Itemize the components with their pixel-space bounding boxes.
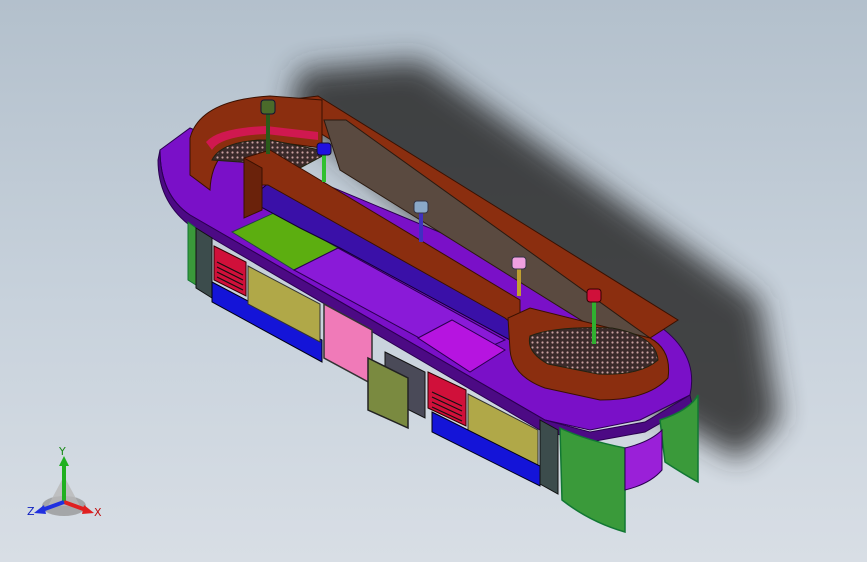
left-side-panel-green bbox=[187, 221, 197, 286]
triad-x-arrow bbox=[82, 505, 94, 514]
triad-y-label: Y bbox=[58, 446, 66, 458]
triad-z-arrow bbox=[34, 505, 46, 514]
triad-x-label: X bbox=[94, 506, 102, 519]
orientation-triad[interactable]: Y X Z bbox=[24, 446, 114, 526]
dark-pillar-right bbox=[539, 419, 559, 495]
right-purple-recess bbox=[624, 428, 663, 491]
cad-model-view[interactable] bbox=[0, 0, 867, 562]
dark-pillar-left bbox=[195, 227, 213, 299]
triad-z-label: Z bbox=[27, 505, 35, 518]
front-wall-end bbox=[243, 157, 263, 219]
graphics-viewport[interactable]: Y X Z bbox=[0, 0, 867, 562]
post-blue bbox=[316, 142, 332, 182]
right-curved-panel-green bbox=[559, 426, 626, 533]
